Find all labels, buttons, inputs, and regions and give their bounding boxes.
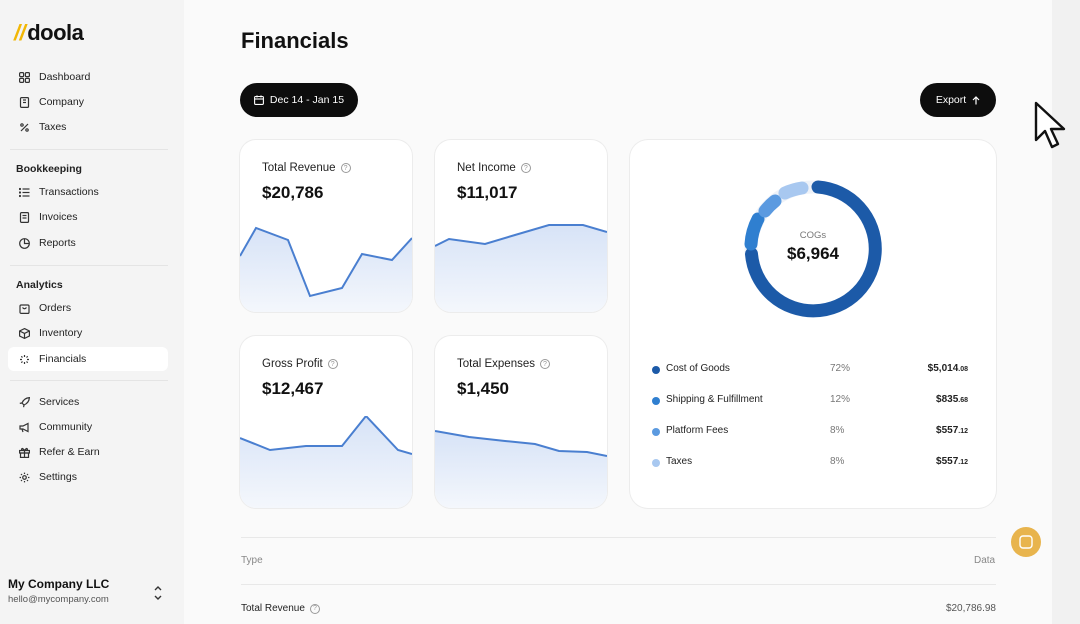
calendar-icon: [253, 95, 264, 105]
sidebar-item-inventory[interactable]: Inventory: [8, 321, 168, 345]
sidebar-item-taxes[interactable]: Taxes: [8, 115, 168, 139]
legend-dot: [652, 459, 660, 467]
chevron-updown-icon[interactable]: [152, 584, 164, 602]
megaphone-icon: [18, 421, 30, 433]
sidebar: //doola Dashboard Company Taxes Bookkeep…: [0, 0, 184, 624]
list-icon: [18, 186, 30, 198]
legend-row: Shipping & Fulfillment 12% $835.68: [652, 391, 972, 411]
help-icon[interactable]: ?: [340, 163, 351, 173]
donut-segment-platform-fees: [758, 194, 782, 218]
percent-icon: [18, 121, 30, 133]
box-icon: [18, 327, 30, 339]
chat-icon: [1019, 535, 1033, 549]
total-revenue-card[interactable]: Total Revenue? $20,786: [240, 140, 412, 312]
sidebar-item-orders[interactable]: Orders: [8, 296, 168, 320]
sidebar-item-company[interactable]: Company: [8, 90, 168, 114]
expenses-sparkline: [435, 430, 607, 508]
legend-row: Platform Fees 8% $557.12: [652, 422, 972, 442]
legend-dot: [652, 428, 660, 436]
card-label: Total Revenue: [262, 162, 336, 174]
total-expenses-card[interactable]: Total Expenses? $1,450: [435, 336, 607, 508]
sidebar-item-reports[interactable]: Reports: [8, 231, 168, 255]
grid-icon: [18, 71, 30, 83]
company-switcher[interactable]: My Company LLC hello@mycompany.com: [8, 577, 109, 605]
gift-icon: [18, 446, 30, 458]
card-label: Net Income: [457, 162, 516, 174]
help-icon[interactable]: ?: [540, 359, 550, 369]
help-icon[interactable]: ?: [520, 163, 531, 173]
gear-icon: [18, 471, 30, 483]
sidebar-item-settings[interactable]: Settings: [8, 465, 168, 489]
card-value: $11,017: [457, 183, 518, 202]
building-icon: [18, 96, 30, 108]
sparkle-icon: [18, 353, 30, 365]
document-icon: [18, 211, 30, 223]
company-email: hello@mycompany.com: [8, 594, 109, 605]
table-divider: [241, 537, 996, 538]
divider: [10, 265, 168, 266]
net-income-card[interactable]: Net Income? $11,017: [435, 140, 607, 312]
arrow-up-icon: [972, 95, 980, 104]
table-row-value: $20,786.98: [945, 603, 996, 614]
donut-segment-taxes: [778, 181, 809, 200]
sidebar-item-transactions[interactable]: Transactions: [8, 180, 168, 204]
net-income-sparkline: [435, 224, 607, 312]
column-header-type: Type: [241, 555, 263, 566]
table-row-label: Total Revenue?: [241, 603, 320, 614]
revenue-sparkline: [240, 226, 412, 312]
page-title: Financials: [241, 28, 349, 53]
card-value: $20,786: [262, 183, 324, 202]
help-icon[interactable]: ?: [327, 359, 338, 369]
table-divider: [241, 584, 996, 585]
help-icon[interactable]: ?: [309, 603, 320, 614]
sidebar-item-financials[interactable]: Financials: [8, 347, 168, 371]
date-range-button[interactable]: Dec 14 - Jan 15: [240, 83, 358, 117]
card-label: Total Expenses: [457, 358, 535, 370]
rocket-icon: [18, 396, 30, 408]
card-value: $1,450: [457, 379, 509, 398]
chat-launcher-button[interactable]: [1011, 527, 1041, 557]
legend-dot: [652, 397, 660, 405]
divider: [10, 149, 168, 150]
sidebar-item-invoices[interactable]: Invoices: [8, 205, 168, 229]
cogs-label: COGs: [799, 230, 827, 241]
section-bookkeeping: Bookkeeping: [16, 163, 82, 175]
bag-icon: [18, 302, 30, 314]
sidebar-item-community[interactable]: Community: [8, 415, 168, 439]
doola-logo[interactable]: //doola: [14, 20, 84, 46]
gross-profit-card[interactable]: Gross Profit? $12,467: [240, 336, 412, 508]
legend-row: Taxes 8% $557.12: [652, 453, 972, 473]
legend-dot: [652, 366, 660, 374]
section-analytics: Analytics: [16, 279, 63, 291]
column-header-data: Data: [974, 555, 996, 566]
card-value: $12,467: [262, 379, 324, 398]
sidebar-item-dashboard[interactable]: Dashboard: [8, 65, 168, 89]
divider: [10, 380, 168, 381]
pie-icon: [18, 237, 30, 249]
sidebar-item-refer[interactable]: Refer & Earn: [8, 440, 168, 464]
gross-profit-sparkline: [240, 416, 412, 508]
cogs-value: $6,964: [787, 244, 839, 263]
legend-row: Cost of Goods 72% $5,014.08: [652, 360, 972, 380]
main-panel: Financials Dec 14 - Jan 15 Export Total …: [184, 0, 1052, 624]
export-button[interactable]: Export: [920, 83, 996, 117]
card-label: Gross Profit: [262, 358, 323, 370]
company-name: My Company LLC: [8, 577, 110, 591]
right-margin: [1052, 0, 1080, 624]
cogs-card: COGs $6,964 Cost of Goods 72% $5,014.08 …: [630, 140, 996, 508]
mouse-cursor-icon: [1034, 101, 1066, 149]
sidebar-item-services[interactable]: Services: [8, 390, 168, 414]
